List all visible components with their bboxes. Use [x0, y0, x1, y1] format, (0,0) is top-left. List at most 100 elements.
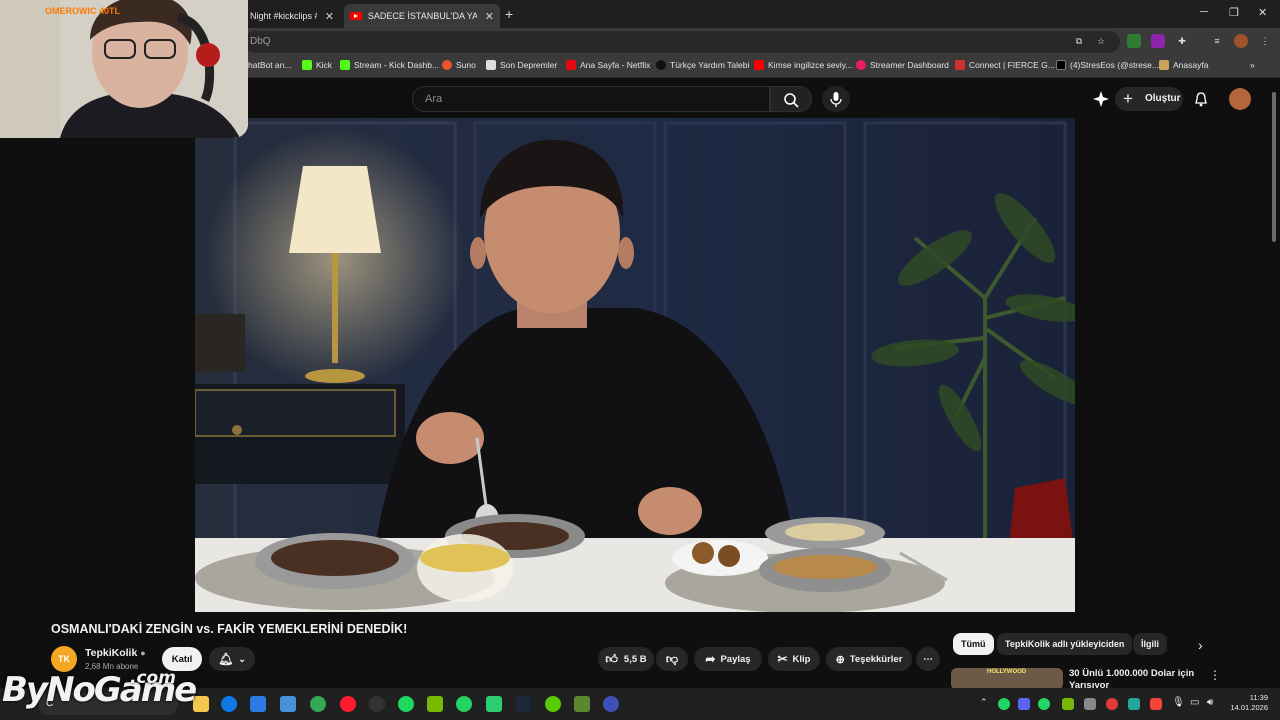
page-icon	[1159, 60, 1169, 70]
opera-icon[interactable]	[340, 696, 356, 712]
bookmark-item[interactable]: Son Depremler	[486, 60, 557, 70]
video-player[interactable]	[195, 118, 1075, 612]
tray-app-icon[interactable]	[1150, 698, 1162, 710]
bookmark-item[interactable]: Kick	[302, 60, 332, 70]
file-explorer-icon[interactable]	[193, 696, 209, 712]
voice-search-button[interactable]	[822, 86, 850, 112]
screen: Night #kickclips #d ✕ SADECE İSTANBUL'DA…	[0, 0, 1280, 720]
create-button[interactable]: + Oluştur	[1115, 87, 1183, 111]
kick-icon[interactable]	[486, 696, 502, 712]
webcam-image	[0, 0, 248, 138]
subscribe-bell-button[interactable]: 🔔︎ ⌄	[209, 647, 255, 671]
bookmark-item[interactable]: (4)StresEos (@strese...	[1056, 60, 1159, 70]
chrome-icon[interactable]	[310, 696, 326, 712]
search-button[interactable]	[770, 86, 812, 112]
tray-record-icon[interactable]	[1106, 698, 1118, 710]
bookmark-item[interactable]: Suno	[442, 60, 476, 70]
tray-app-icon[interactable]	[1084, 698, 1096, 710]
watermark-logo: ByNoGame .com	[2, 668, 197, 710]
clip-button[interactable]: ✂ Klip	[768, 647, 820, 671]
minimize-icon[interactable]: ─	[1200, 6, 1208, 18]
bookmark-item[interactable]: Ana Sayfa - Netflix	[566, 60, 650, 70]
tab-youtube-video[interactable]: SADECE İSTANBUL'DA YAŞAYAN ✕	[344, 4, 500, 28]
channel-name[interactable]: TepkiKolik ●	[85, 647, 146, 659]
install-app-icon[interactable]: ⧉	[1072, 34, 1086, 48]
page-icon	[486, 60, 496, 70]
bookmark-item[interactable]: Stream - Kick Dashb...	[340, 60, 439, 70]
tray-app-icon[interactable]	[1128, 698, 1140, 710]
minecraft-icon[interactable]	[574, 696, 590, 712]
microphone-icon	[830, 92, 842, 107]
steam-icon[interactable]	[515, 696, 531, 712]
tray-spotify-icon[interactable]	[998, 698, 1010, 710]
bookmarks-overflow-icon[interactable]: »	[1250, 60, 1255, 70]
taskbar-clock[interactable]: 11:39 14.01.2026	[1226, 693, 1268, 713]
thumbs-up-icon: 👍︎	[605, 651, 618, 666]
bookmark-item[interactable]: Türkçe Yardım Talebi	[656, 60, 749, 70]
bookmark-item[interactable]: Streamer Dashboard	[856, 60, 949, 70]
whatsapp-icon[interactable]	[456, 696, 472, 712]
channel-avatar[interactable]: TK	[51, 646, 77, 672]
thanks-button[interactable]: ⊕ Teşekkürler	[826, 647, 912, 671]
kick-icon	[340, 60, 350, 70]
new-tab-icon[interactable]: +	[505, 6, 513, 22]
app-icon[interactable]	[280, 696, 296, 712]
bookmark-item[interactable]: Anasayfa	[1159, 60, 1208, 70]
edge-icon[interactable]	[221, 696, 237, 712]
tray-discord-icon[interactable]	[1018, 698, 1030, 710]
extension-twitch-icon[interactable]	[1151, 34, 1165, 48]
more-actions-button[interactable]: ⋯	[916, 647, 940, 671]
nvidia-icon[interactable]	[427, 696, 443, 712]
more-vert-icon[interactable]: ⋮	[1209, 668, 1221, 682]
profile-avatar-icon[interactable]	[1234, 34, 1248, 48]
browser-menu-icon[interactable]: ⋮	[1258, 34, 1272, 48]
window-close-icon[interactable]: ✕	[1258, 6, 1267, 19]
tray-whatsapp-icon[interactable]	[1038, 698, 1050, 710]
close-icon[interactable]: ✕	[325, 10, 334, 23]
tray-chevron-up-icon[interactable]: ⌃	[980, 697, 988, 708]
like-button[interactable]: 👍︎ 5,5 B	[598, 647, 654, 671]
sparkle-icon[interactable]	[1092, 90, 1110, 108]
search-input[interactable]: Ara	[412, 86, 770, 112]
page-scrollbar[interactable]	[1272, 92, 1276, 242]
app-icon[interactable]	[369, 696, 385, 712]
volume-icon[interactable]: 🔊︎	[1207, 697, 1213, 708]
share-button[interactable]: ➦ Paylaş	[694, 647, 762, 671]
bookmark-item[interactable]: Kimse ingilizce seviy...	[754, 60, 852, 70]
chevron-right-icon[interactable]: ›	[1198, 637, 1203, 653]
tab-label: Night #kickclips #d	[250, 11, 317, 21]
suno-icon	[442, 60, 452, 70]
bookmark-item[interactable]: hatBot an...	[248, 60, 291, 70]
chip-all[interactable]: Tümü	[953, 633, 994, 655]
webcam-overlay: OMEROWIC 40TL	[0, 0, 248, 138]
network-icon[interactable]: ▭	[1190, 697, 1199, 708]
media-control-icon[interactable]: ≡	[1210, 34, 1224, 48]
youtube-icon	[754, 60, 764, 70]
tab-kickclips[interactable]: Night #kickclips #d ✕	[244, 4, 340, 28]
recommended-title[interactable]: 30 Ünlü 1.000.000 Dolar için Yarışıyor	[1069, 668, 1199, 688]
avatar[interactable]	[1229, 88, 1251, 110]
spotify-icon[interactable]	[398, 696, 414, 712]
recommended-thumbnail[interactable]: HOLLYWOOD	[951, 668, 1063, 690]
maximize-icon[interactable]: ❐	[1229, 6, 1239, 19]
bookmark-star-icon[interactable]: ☆	[1094, 34, 1108, 48]
app-icon[interactable]	[603, 696, 619, 712]
microphone-icon[interactable]: 🎙︎	[1172, 697, 1185, 708]
notifications-bell-icon[interactable]	[1193, 91, 1209, 107]
tray-nvidia-icon[interactable]	[1062, 698, 1074, 710]
verified-badge-icon: ●	[140, 648, 146, 658]
share-arrow-icon: ➦	[705, 652, 716, 666]
bookmark-item[interactable]: Connect | FIERCE G...	[955, 60, 1055, 70]
address-bar[interactable]: DbQ	[244, 31, 1120, 53]
video-title: OSMANLI'DAKİ ZENGİN vs. FAKİR YEMEKLERİN…	[51, 622, 408, 636]
plus-icon: +	[1123, 89, 1133, 108]
extensions-puzzle-icon[interactable]: ✚	[1175, 34, 1189, 48]
dislike-button[interactable]: 👎︎	[656, 647, 688, 671]
close-icon[interactable]: ✕	[485, 10, 494, 23]
kick-icon	[302, 60, 312, 70]
extension-shield-icon[interactable]	[1127, 34, 1141, 48]
store-icon[interactable]	[250, 696, 266, 712]
chip-related[interactable]: İlgili	[1133, 633, 1167, 655]
chip-uploader[interactable]: TepkiKolik adlı yükleyiciden	[997, 633, 1133, 655]
duolingo-icon[interactable]	[545, 696, 561, 712]
